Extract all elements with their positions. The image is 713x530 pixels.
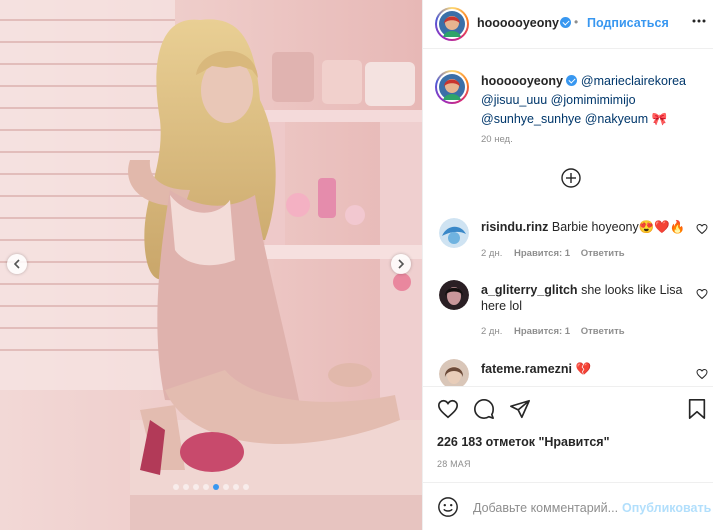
carousel-dot <box>243 484 249 490</box>
carousel-dot <box>203 484 209 490</box>
carousel-dot <box>223 484 229 490</box>
heart-icon[interactable] <box>437 398 459 420</box>
smiley-icon[interactable] <box>437 496 459 518</box>
comment-likes[interactable]: Нравится: 1 <box>514 248 570 259</box>
comment-text: she looks like Lisa <box>581 283 683 297</box>
chevron-right-icon <box>398 259 405 269</box>
comment-username[interactable]: fateme.ramezni <box>481 362 572 376</box>
next-photo-button[interactable] <box>391 254 411 274</box>
carousel-dot <box>213 484 219 490</box>
comment-item: fateme.ramezni 💔 <box>423 356 713 386</box>
carousel-dot <box>173 484 179 490</box>
comment-text: 💔 <box>575 362 592 376</box>
comment-meta: 2 дн. Нравится: 1 Ответить <box>481 326 625 337</box>
heart-icon[interactable] <box>696 368 708 380</box>
caption-mentions-line2[interactable]: @jisuu_uuu @jomimimimijo <box>481 91 707 110</box>
author-username[interactable]: hoooooyeony <box>477 16 559 30</box>
carousel-dot <box>193 484 199 490</box>
photo-image <box>0 0 422 530</box>
post-date: 28 МАЯ <box>437 459 471 469</box>
comment-input[interactable]: Добавьте комментарий... <box>473 501 618 515</box>
actions-divider <box>423 386 713 387</box>
comment-username[interactable]: a_gliterry_glitch <box>481 283 578 297</box>
caption-time: 20 нед. <box>481 134 513 145</box>
bookmark-icon[interactable] <box>687 398 707 420</box>
header-separator: • <box>574 15 579 29</box>
comment-likes[interactable]: Нравится: 1 <box>514 326 570 337</box>
avatar-image <box>439 74 465 100</box>
instagram-post: hoooooyeony • Подписаться hoooooyeony @m… <box>0 0 713 530</box>
comment-text: Barbie hoyeony😍❤️🔥 <box>551 220 686 234</box>
commenter-avatar[interactable] <box>439 218 469 248</box>
header-divider <box>423 48 713 49</box>
comment-username[interactable]: risindu.rinz <box>481 220 548 234</box>
publish-button[interactable]: Опубликовать <box>622 501 711 515</box>
caption-avatar[interactable] <box>435 70 469 104</box>
follow-button[interactable]: Подписаться <box>587 16 669 30</box>
ribbon-emoji: 🎀 <box>651 112 668 126</box>
avatar-image <box>439 11 465 37</box>
likes-count[interactable]: 226 183 отметок "Нравится" <box>437 435 610 449</box>
caption-mentions-line3[interactable]: @sunhye_sunhye @nakyeum <box>481 112 648 126</box>
caption-username[interactable]: hoooooyeony <box>481 74 563 88</box>
reply-button[interactable]: Ответить <box>581 326 625 337</box>
ellipsis-icon[interactable] <box>692 19 706 23</box>
comment-time: 2 дн. <box>481 248 503 259</box>
verified-badge-icon <box>566 75 578 86</box>
commenter-avatar[interactable] <box>439 359 469 386</box>
post-photo[interactable] <box>0 0 422 530</box>
carousel-dot <box>183 484 189 490</box>
carousel-dot <box>233 484 239 490</box>
post-header: hoooooyeony • Подписаться <box>423 0 713 46</box>
caption-mention[interactable]: @marieclairekorea <box>581 74 686 88</box>
commenter-avatar[interactable] <box>439 280 469 310</box>
chevron-left-icon <box>13 259 20 269</box>
comment-item: risindu.rinz Barbie hoyeony😍❤️🔥 2 дн. Нр… <box>423 213 713 263</box>
comment-text-continued: here lol <box>481 299 522 313</box>
verified-badge-icon <box>560 17 571 28</box>
comment-icon[interactable] <box>473 398 495 420</box>
comment-time: 2 дн. <box>481 326 503 337</box>
plus-circle-icon[interactable] <box>561 168 581 188</box>
caption-text: hoooooyeony @marieclairekorea @jisuu_uuu… <box>481 72 707 129</box>
comment-meta: 2 дн. Нравится: 1 Ответить <box>481 248 625 259</box>
post-details-panel: hoooooyeony • Подписаться hoooooyeony @m… <box>422 0 713 530</box>
previous-photo-button[interactable] <box>7 254 27 274</box>
reply-button[interactable]: Ответить <box>581 248 625 259</box>
comment-item: a_gliterry_glitch she looks like Lisa he… <box>423 276 713 340</box>
author-avatar[interactable] <box>435 7 469 41</box>
heart-icon[interactable] <box>696 223 708 235</box>
composer-divider <box>423 482 713 483</box>
paper-plane-icon[interactable] <box>509 398 531 420</box>
carousel-indicator <box>0 484 422 490</box>
heart-icon[interactable] <box>696 288 708 300</box>
